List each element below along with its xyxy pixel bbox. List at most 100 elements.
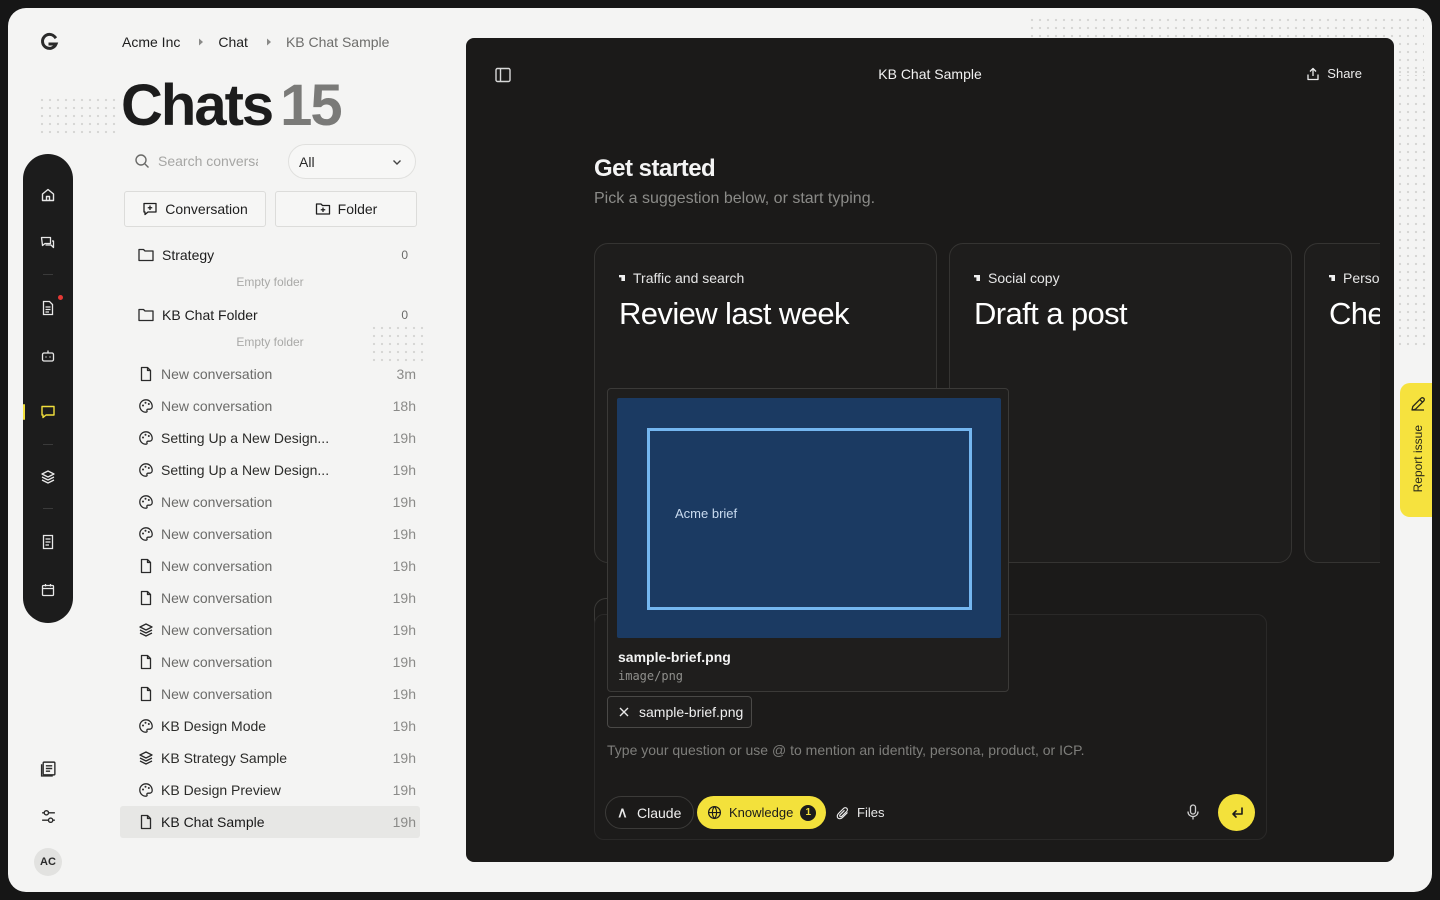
- get-started-heading: Get started: [594, 155, 716, 182]
- card-title: Draft a post: [974, 296, 1128, 331]
- chevron-right-icon: [266, 38, 272, 46]
- conversation-item[interactable]: KB Chat Sample 19h: [120, 806, 420, 838]
- tag-marker-icon: [1329, 275, 1335, 281]
- user-avatar[interactable]: AC: [34, 848, 62, 876]
- folder-item[interactable]: KB Chat Folder 0: [120, 298, 420, 332]
- conversation-item[interactable]: Setting Up a New Design... 19h: [120, 422, 420, 454]
- knowledge-button[interactable]: Knowledge 1: [697, 796, 827, 829]
- card-tag-label: Traffic and search: [633, 270, 745, 286]
- attachment-chip[interactable]: sample-brief.png: [607, 696, 753, 728]
- conversation-item[interactable]: Setting Up a New Design... 19h: [120, 454, 420, 486]
- report-issue-tab[interactable]: Report issue: [1400, 383, 1432, 517]
- conversation-name: New conversation: [161, 590, 273, 606]
- attachment-preview-image: Acme brief: [617, 398, 1001, 638]
- conversation-name: KB Chat Sample: [161, 814, 265, 830]
- close-icon: [619, 707, 629, 717]
- message-plus-icon: [143, 202, 157, 216]
- palette-icon: [138, 718, 154, 734]
- new-conversation-button[interactable]: Conversation: [124, 191, 266, 227]
- conversation-name: New conversation: [161, 526, 273, 542]
- card-tag: Persona: [1329, 270, 1380, 286]
- breadcrumb-section[interactable]: Chat: [218, 34, 248, 50]
- conversation-item[interactable]: New conversation 19h: [120, 518, 420, 550]
- robot-icon: [41, 350, 55, 362]
- conversation-name: New conversation: [161, 494, 273, 510]
- microphone-icon[interactable]: [1186, 804, 1200, 821]
- nav-agents[interactable]: [36, 344, 60, 368]
- card-tag-label: Social copy: [988, 270, 1060, 286]
- model-selector[interactable]: Claude: [605, 796, 695, 829]
- nav-rail: [23, 154, 73, 623]
- conversation-item[interactable]: New conversation 19h: [120, 614, 420, 646]
- conversation-item[interactable]: New conversation 19h: [120, 582, 420, 614]
- conversation-item[interactable]: KB Strategy Sample 19h: [120, 742, 420, 774]
- palette-icon: [138, 526, 154, 542]
- breadcrumb: Acme Inc Chat KB Chat Sample: [122, 34, 389, 50]
- new-folder-button[interactable]: Folder: [275, 191, 417, 227]
- conversation-item[interactable]: New conversation 3m: [120, 358, 420, 390]
- brand-logo-icon[interactable]: [40, 32, 60, 52]
- nav-chat[interactable]: [36, 400, 60, 424]
- nav-messages[interactable]: [36, 231, 60, 255]
- files-button[interactable]: Files: [828, 796, 892, 829]
- conversation-item[interactable]: New conversation 19h: [120, 678, 420, 710]
- nav-settings[interactable]: [38, 806, 58, 826]
- anthropic-icon: [618, 808, 627, 817]
- conversation-time: 19h: [392, 622, 416, 638]
- conversation-item[interactable]: KB Design Mode 19h: [120, 710, 420, 742]
- new-folder-label: Folder: [337, 201, 378, 217]
- document-icon: [138, 366, 154, 382]
- card-title: Check: [1329, 296, 1380, 331]
- folder-item[interactable]: Strategy 0: [120, 238, 420, 272]
- palette-icon: [138, 462, 154, 478]
- home-icon: [41, 188, 55, 202]
- conversation-time: 3m: [396, 366, 416, 382]
- conversation-time: 19h: [392, 494, 416, 510]
- document-icon: [138, 558, 154, 574]
- conversation-name: Setting Up a New Design...: [161, 462, 330, 478]
- chat-count: 15: [280, 73, 342, 138]
- conversation-name: New conversation: [161, 686, 273, 702]
- folder-count: 0: [401, 248, 408, 262]
- page-title: Chats 15: [121, 72, 343, 139]
- conversation-item[interactable]: New conversation 18h: [120, 390, 420, 422]
- conversation-name: New conversation: [161, 654, 273, 670]
- page-title-text: Chats: [121, 73, 274, 138]
- conversation-item[interactable]: New conversation 19h: [120, 646, 420, 678]
- conversation-item[interactable]: New conversation 19h: [120, 486, 420, 518]
- search-input[interactable]: [158, 153, 258, 169]
- share-label: Share: [1327, 66, 1362, 81]
- message-input[interactable]: [607, 742, 1247, 758]
- nav-calendar[interactable]: [36, 578, 60, 602]
- conversation-item[interactable]: New conversation 19h: [120, 550, 420, 582]
- remove-attachment-button[interactable]: [618, 706, 630, 718]
- conversation-item[interactable]: KB Design Preview 19h: [120, 774, 420, 806]
- send-button[interactable]: [1218, 794, 1255, 831]
- nav-notes[interactable]: [36, 530, 60, 554]
- folder-plus-icon: [315, 203, 330, 215]
- conversation-name: New conversation: [161, 366, 273, 382]
- globe-icon: [707, 805, 722, 820]
- nav-layers[interactable]: [36, 465, 60, 489]
- conversation-time: 19h: [392, 558, 416, 574]
- document-icon: [138, 686, 154, 702]
- conversation-time: 19h: [392, 526, 416, 542]
- share-button[interactable]: Share: [1306, 66, 1362, 81]
- conversation-time: 18h: [392, 398, 416, 414]
- suggestion-card[interactable]: Persona Check: [1304, 243, 1380, 563]
- nav-home[interactable]: [36, 183, 60, 207]
- card-tag: Social copy: [974, 270, 1267, 286]
- notes-icon: [42, 534, 54, 550]
- conversation-list: Strategy 0 Empty folder KB Chat Folder 0…: [120, 238, 420, 838]
- nav-documents[interactable]: [36, 296, 60, 320]
- document-icon: [138, 654, 154, 670]
- breadcrumb-org[interactable]: Acme Inc: [122, 34, 180, 50]
- filter-select-value: All: [299, 153, 315, 170]
- filter-select[interactable]: All: [288, 144, 416, 179]
- enter-arrow-icon: [1231, 806, 1243, 818]
- conversation-name: KB Strategy Sample: [161, 750, 288, 766]
- notification-dot: [58, 295, 63, 300]
- conversation-time: 19h: [392, 654, 416, 670]
- nav-library[interactable]: [38, 758, 58, 778]
- paperclip-icon: [836, 806, 848, 819]
